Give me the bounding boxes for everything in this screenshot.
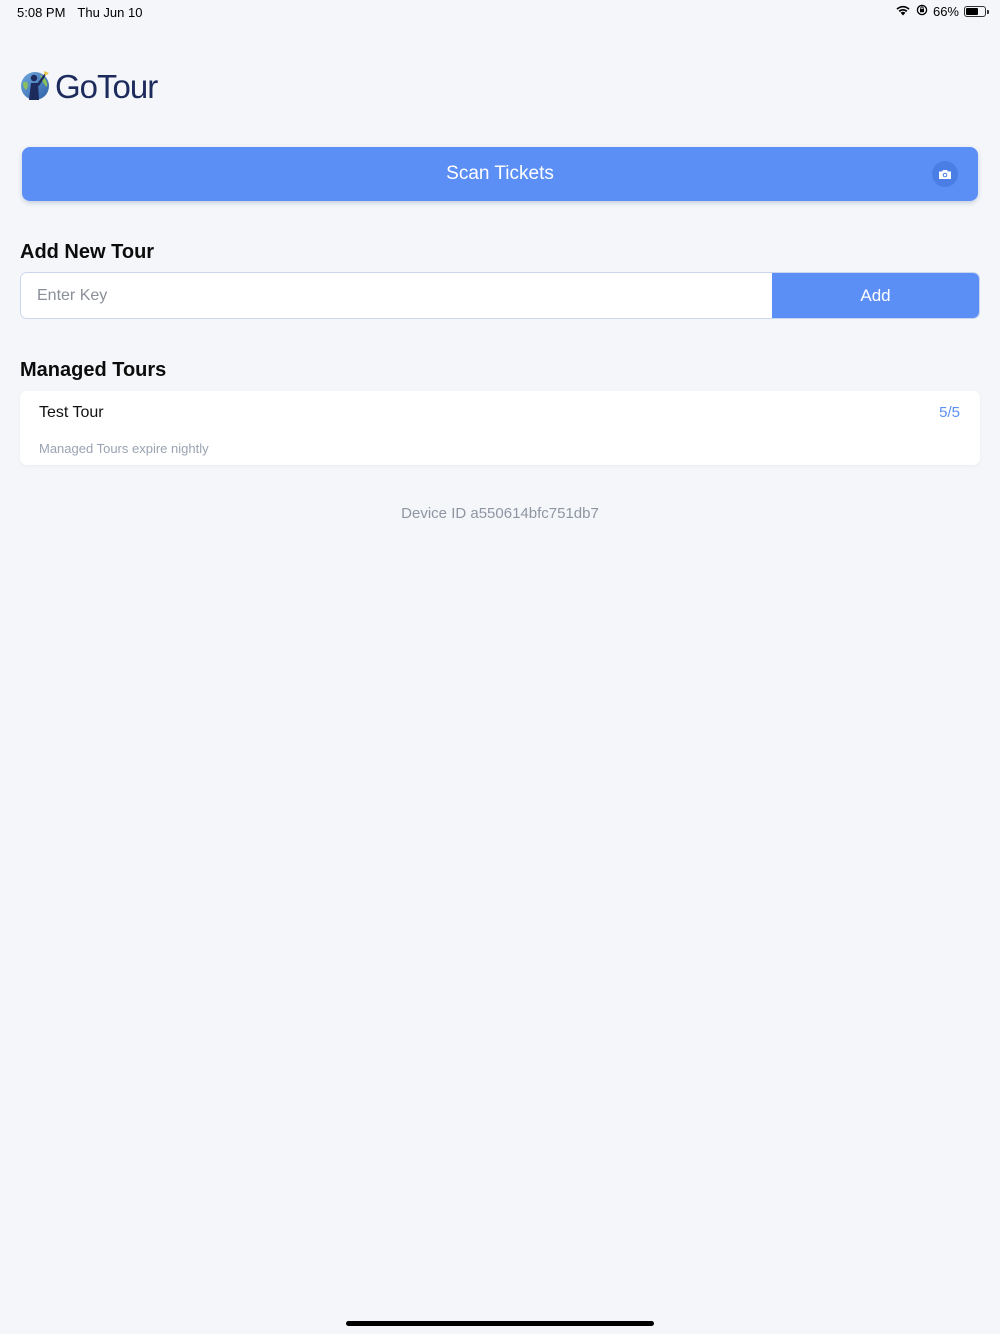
tour-key-input[interactable] — [21, 273, 772, 318]
status-left: 5:08 PM Thu Jun 10 — [17, 5, 142, 20]
app-logo: GoTour — [20, 68, 158, 106]
scan-tickets-button[interactable]: Scan Tickets — [22, 147, 978, 201]
globe-figure-logo-icon — [20, 69, 51, 106]
managed-tours-note: Managed Tours expire nightly — [39, 441, 209, 456]
battery-fill — [966, 8, 978, 15]
add-tour-button[interactable]: Add — [772, 273, 979, 318]
scan-tickets-label: Scan Tickets — [446, 163, 554, 184]
managed-tours-heading: Managed Tours — [20, 359, 167, 381]
add-button-label: Add — [860, 285, 891, 305]
battery-percent: 66% — [932, 4, 959, 19]
home-indicator[interactable] — [346, 1321, 654, 1326]
tour-name: Test Tour — [39, 404, 104, 421]
add-new-tour-heading: Add New Tour — [20, 241, 155, 263]
orientation-lock-icon — [916, 4, 928, 19]
status-bar: 5:08 PM Thu Jun 10 66% — [0, 0, 1000, 24]
status-date: Thu Jun 10 — [77, 5, 143, 20]
status-time: 5:08 PM — [17, 5, 66, 20]
managed-tours-card: Test Tour 5/5 Managed Tours expire night… — [20, 391, 980, 465]
wifi-icon — [895, 4, 911, 19]
logo-text: GoTour — [55, 68, 158, 105]
battery-icon — [964, 6, 989, 17]
status-right: 66% — [895, 4, 989, 19]
camera-icon — [932, 161, 958, 187]
add-tour-form: Add — [20, 272, 980, 319]
tour-count: 5/5 — [939, 404, 960, 421]
device-id: Device ID a550614bfc751db7 — [401, 505, 599, 522]
